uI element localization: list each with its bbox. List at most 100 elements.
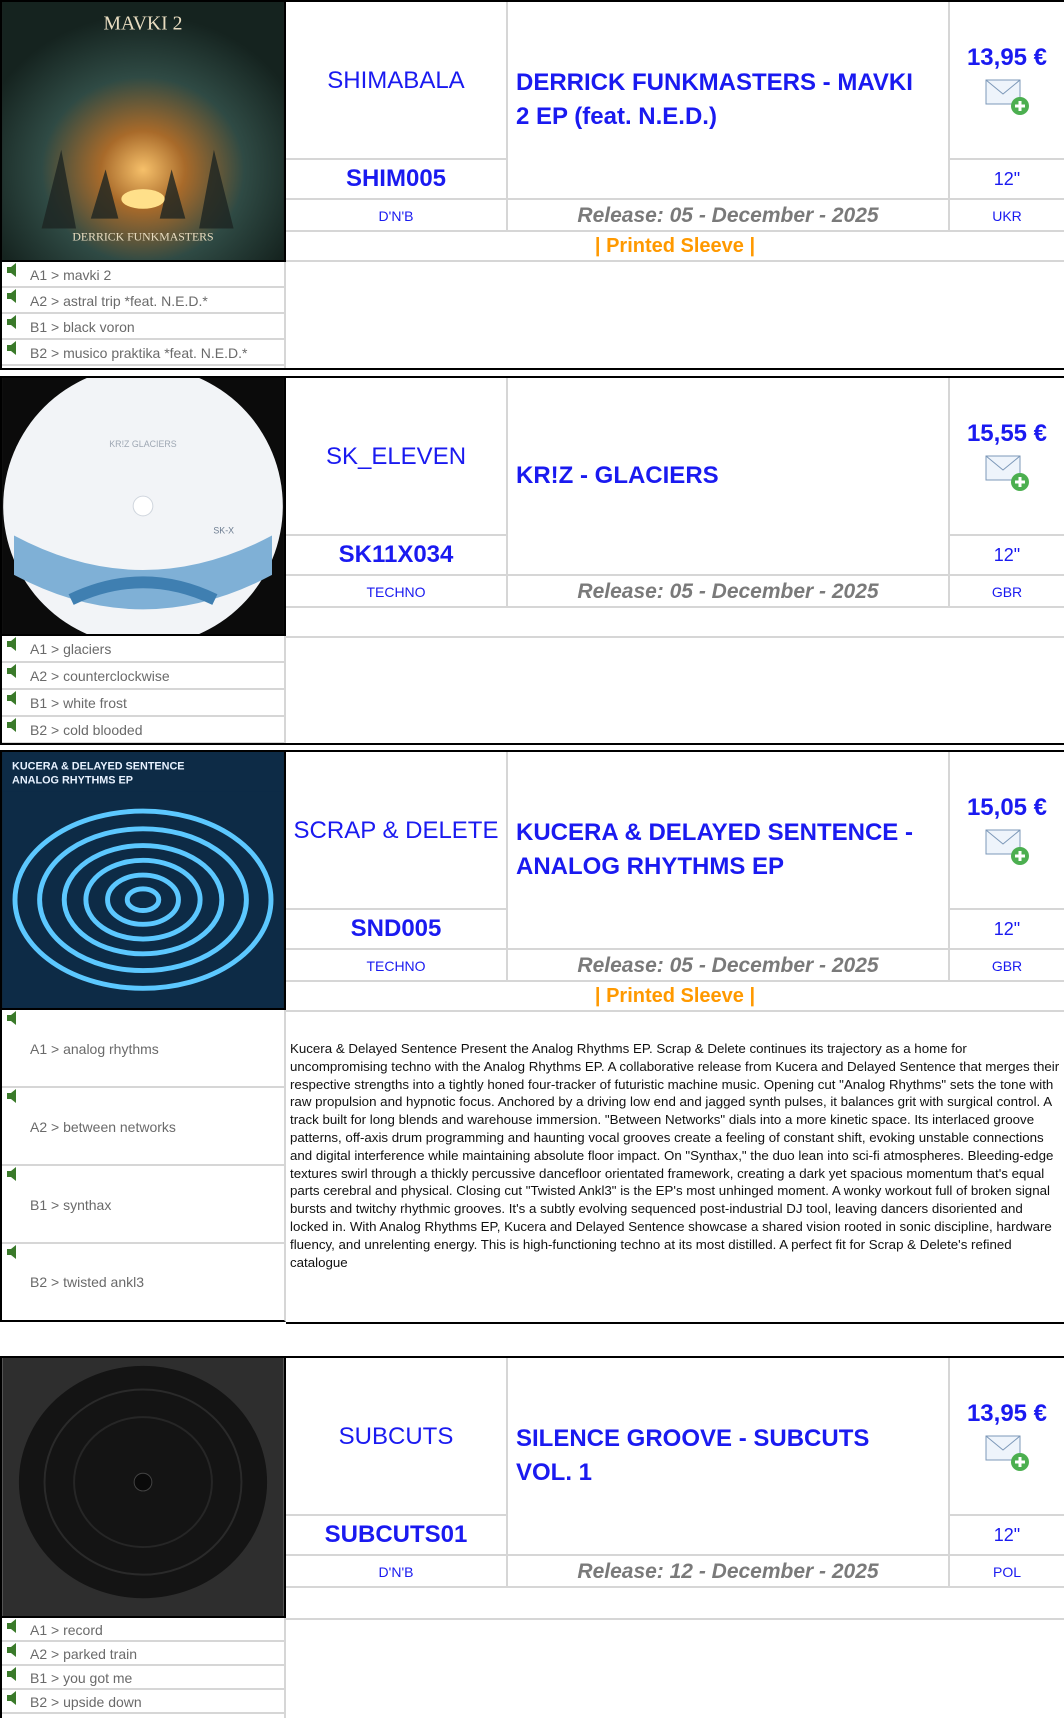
format: 12"	[993, 918, 1021, 939]
country: GBR	[991, 958, 1023, 974]
list-item[interactable]: A1 > analog rhythms	[2, 1010, 284, 1088]
add-to-cart-envelope-icon[interactable]	[984, 826, 1030, 866]
release-date: Release: 05 - December - 2025	[577, 580, 879, 603]
list-item[interactable]: B2 > musico praktika *feat. N.E.D.*	[2, 340, 284, 366]
track-label: A2 > counterclockwise	[30, 668, 170, 684]
cover-image[interactable]: KR!Z GLACIERS SK-X	[0, 376, 286, 636]
play-speaker-icon[interactable]	[6, 637, 20, 651]
catalog-number: SK11X034	[338, 541, 454, 568]
track-label: B2 > upside down	[30, 1694, 142, 1710]
svg-text:ANALOG RHYTHMS EP: ANALOG RHYTHMS EP	[12, 775, 133, 787]
cover-art: MAVKI 2 DERRICK FUNKMASTERS	[2, 2, 284, 260]
country: POL	[992, 1564, 1021, 1580]
play-speaker-icon[interactable]	[6, 1245, 20, 1259]
country: GBR	[991, 584, 1023, 600]
add-to-cart-envelope-icon[interactable]	[984, 452, 1030, 492]
tracklist: A1 > mavki 2 A2 > astral trip *feat. N.E…	[0, 262, 286, 368]
play-speaker-icon[interactable]	[6, 315, 20, 329]
play-speaker-icon[interactable]	[6, 1643, 20, 1657]
genre-link[interactable]: TECHNO	[286, 950, 506, 982]
label-link[interactable]: SCRAP & DELETE	[286, 752, 506, 908]
play-speaker-icon[interactable]	[6, 718, 20, 732]
release-title-link[interactable]: KUCERA & DELAYED SENTENCE - ANALOG RHYTH…	[508, 752, 928, 948]
play-speaker-icon[interactable]	[6, 289, 20, 303]
release-info-grid: SHIMABALA DERRICK FUNKMASTERS - MAVKI 2 …	[286, 0, 1064, 262]
release-entry: KR!Z GLACIERS SK-X SK_ELEVEN KR!Z - GLAC…	[0, 376, 1064, 748]
list-item[interactable]: B2 > upside down	[2, 1690, 284, 1714]
svg-text:MAVKI 2: MAVKI 2	[104, 13, 183, 35]
price-cell: 15,55 €	[950, 378, 1064, 534]
list-item[interactable]: A1 > glaciers	[2, 636, 284, 663]
track-label: B1 > black voron	[30, 319, 135, 335]
add-to-cart-envelope-icon[interactable]	[984, 1432, 1030, 1472]
play-speaker-icon[interactable]	[6, 664, 20, 678]
label-link[interactable]: SHIMABALA	[286, 2, 506, 158]
list-item[interactable]: B2 > cold blooded	[2, 717, 284, 744]
tracklist: A1 > glaciers A2 > counterclockwise B1 >…	[0, 636, 286, 744]
cover-image[interactable]: KUCERA & DELAYED SENTENCE ANALOG RHYTHMS…	[0, 750, 286, 1010]
price-cell: 15,05 €	[950, 752, 1064, 908]
add-to-cart-envelope-icon[interactable]	[984, 76, 1030, 116]
list-item[interactable]: A2 > between networks	[2, 1088, 284, 1166]
release-title-link[interactable]: KR!Z - GLACIERS	[508, 378, 928, 574]
list-item[interactable]: A2 > parked train	[2, 1642, 284, 1666]
list-item[interactable]: A2 > counterclockwise	[2, 663, 284, 690]
play-speaker-icon[interactable]	[6, 1619, 20, 1633]
price: 13,95 €	[966, 1400, 1048, 1427]
release-date: Release: 05 - December - 2025	[577, 204, 879, 227]
genre-link[interactable]: D'N'B	[286, 200, 506, 232]
release-title-link[interactable]: DERRICK FUNKMASTERS - MAVKI 2 EP (feat. …	[508, 2, 928, 198]
track-label: B1 > synthax	[30, 1197, 112, 1213]
tracklist: A1 > analog rhythms A2 > between network…	[0, 1010, 286, 1322]
play-speaker-icon[interactable]	[6, 263, 20, 277]
format: 12"	[993, 168, 1021, 189]
track-label: B1 > white frost	[30, 695, 127, 711]
price-cell: 13,95 €	[950, 1358, 1064, 1514]
track-label: A1 > glaciers	[30, 641, 112, 657]
catalog-number: SHIM005	[345, 165, 447, 192]
release-entry: SUBCUTS SILENCE GROOVE - SUBCUTS VOL. 1 …	[0, 1356, 1064, 1718]
cover-image[interactable]: MAVKI 2 DERRICK FUNKMASTERS	[0, 0, 286, 262]
format: 12"	[993, 544, 1021, 565]
svg-text:SK-X: SK-X	[213, 526, 234, 536]
play-speaker-icon[interactable]	[6, 1011, 20, 1025]
label-link[interactable]: SK_ELEVEN	[286, 378, 506, 534]
genre-link[interactable]: D'N'B	[286, 1556, 506, 1588]
track-label: A2 > parked train	[30, 1646, 138, 1662]
track-label: B2 > twisted ankl3	[30, 1274, 145, 1290]
cover-art	[2, 1358, 284, 1616]
svg-text:KUCERA & DELAYED SENTENCE: KUCERA & DELAYED SENTENCE	[12, 761, 184, 773]
track-label: B1 > you got me	[30, 1670, 133, 1686]
price: 15,05 €	[966, 794, 1048, 821]
cover-art: KUCERA & DELAYED SENTENCE ANALOG RHYTHMS…	[2, 752, 284, 1008]
list-item[interactable]: A2 > astral trip *feat. N.E.D.*	[2, 288, 284, 314]
release-info-grid: SUBCUTS SILENCE GROOVE - SUBCUTS VOL. 1 …	[286, 1356, 1064, 1620]
list-item[interactable]: B1 > you got me	[2, 1666, 284, 1690]
track-label: A1 > record	[30, 1622, 103, 1638]
list-item[interactable]: B1 > black voron	[2, 314, 284, 340]
divider	[0, 743, 1064, 745]
genre-link[interactable]: TECHNO	[286, 576, 506, 608]
release-description: Kucera & Delayed Sentence Present the An…	[290, 1041, 1060, 1270]
list-item[interactable]: B1 > synthax	[2, 1166, 284, 1244]
list-item[interactable]: A1 > record	[2, 1618, 284, 1642]
svg-text:DERRICK FUNKMASTERS: DERRICK FUNKMASTERS	[72, 229, 213, 243]
track-label: B2 > musico praktika *feat. N.E.D.*	[30, 345, 248, 361]
play-speaker-icon[interactable]	[6, 1667, 20, 1681]
play-speaker-icon[interactable]	[6, 1691, 20, 1705]
track-label: A1 > analog rhythms	[30, 1041, 159, 1057]
price-cell: 13,95 €	[950, 2, 1064, 158]
release-title-link[interactable]: SILENCE GROOVE - SUBCUTS VOL. 1	[508, 1358, 928, 1554]
label-link[interactable]: SUBCUTS	[286, 1358, 506, 1514]
play-speaker-icon[interactable]	[6, 341, 20, 355]
list-item[interactable]: A1 > mavki 2	[2, 262, 284, 288]
printed-sleeve-badge: | Printed Sleeve |	[594, 234, 756, 257]
list-item[interactable]: B2 > twisted ankl3	[2, 1244, 284, 1320]
play-speaker-icon[interactable]	[6, 691, 20, 705]
play-speaker-icon[interactable]	[6, 1089, 20, 1103]
cover-image[interactable]	[0, 1356, 286, 1618]
list-item[interactable]: B1 > white frost	[2, 690, 284, 717]
release-entry: KUCERA & DELAYED SENTENCE ANALOG RHYTHMS…	[0, 750, 1064, 1350]
tracklist: A1 > record A2 > parked train B1 > you g…	[0, 1618, 286, 1718]
play-speaker-icon[interactable]	[6, 1167, 20, 1181]
